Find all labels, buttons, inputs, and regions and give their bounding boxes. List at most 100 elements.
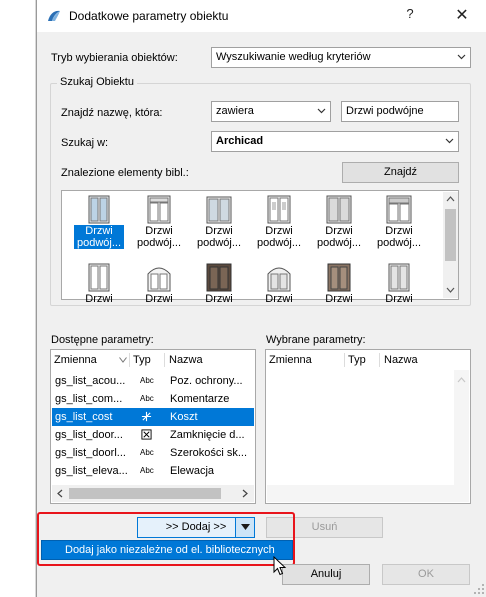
thumbnail-caption-line1: Drzwi xyxy=(145,293,173,305)
selected-vscrollbar[interactable] xyxy=(454,370,469,485)
thumbnail-caption-line1: Drzwi xyxy=(145,225,173,237)
param-description: Komentarze xyxy=(170,393,230,405)
param-description: Elewacja xyxy=(170,465,215,477)
thumbnails-scroll-thumb[interactable] xyxy=(445,209,456,261)
chevron-down-icon xyxy=(445,138,454,144)
background-app-strip xyxy=(0,0,36,597)
library-thumbnail[interactable]: Drzwi podwój... xyxy=(374,192,424,252)
search-in-dropdown[interactable]: Archicad xyxy=(211,131,459,152)
available-param-row[interactable]: gs_list_doorl... Abc Szerokości sk... xyxy=(52,444,247,462)
available-param-row[interactable]: gs_list_eleva... Abc Elewacja xyxy=(52,462,237,480)
name-search-value: Drzwi podwójne xyxy=(346,105,424,117)
thumbnail-caption: Drzwi podwój... xyxy=(314,225,364,249)
thumbnail-caption-line2: podwój... xyxy=(316,237,362,249)
thumbnail-caption-line1: Drzwi xyxy=(85,293,113,305)
col-header-name[interactable]: Nazwa xyxy=(384,354,418,366)
library-thumbnail[interactable]: Drzwi xyxy=(74,260,124,320)
library-thumbnail[interactable]: Drzwi podwój... xyxy=(134,192,184,252)
close-button[interactable]: ✕ xyxy=(451,5,473,27)
name-condition-value: zawiera xyxy=(216,105,254,117)
selected-params-list[interactable]: Zmienna Typ Nazwa xyxy=(265,349,471,504)
col-header-type[interactable]: Typ xyxy=(348,354,366,366)
door-thumbnail-icon xyxy=(326,195,352,224)
cancel-button[interactable]: Anuluj xyxy=(282,564,370,585)
scroll-right-icon[interactable] xyxy=(242,489,249,498)
col-header-variable[interactable]: Zmienna xyxy=(54,354,97,366)
column-divider xyxy=(344,353,345,367)
mouse-cursor-icon xyxy=(273,556,287,576)
param-variable: gs_list_acou... xyxy=(55,375,126,387)
thumbnail-caption-line1: Drzwi xyxy=(385,293,413,305)
available-param-row[interactable]: gs_list_cost Koszt xyxy=(52,408,254,426)
available-hscroll-thumb[interactable] xyxy=(69,488,221,499)
library-thumbnail[interactable]: Drzwi podwój... xyxy=(74,192,124,252)
cost-type-icon xyxy=(141,411,152,422)
archicad-app-icon xyxy=(48,10,60,21)
library-thumbnail[interactable]: Drzwi xyxy=(374,260,424,320)
thumbnail-caption-line1: Drzwi xyxy=(265,225,293,237)
name-condition-dropdown[interactable]: zawiera xyxy=(211,101,331,122)
selected-hscrollbar[interactable] xyxy=(267,485,469,502)
thumbnail-caption: Drzwi xyxy=(314,293,364,305)
thumbnail-caption: Drzwi podwój... xyxy=(194,225,244,249)
name-search-input[interactable]: Drzwi podwójne xyxy=(341,101,459,122)
dialog: Dodatkowe parametry obiektu ? ✕ Tryb wyb… xyxy=(36,0,486,597)
library-thumbnail[interactable]: Drzwi podwój... xyxy=(254,192,304,252)
library-thumbnail[interactable]: Drzwi xyxy=(314,260,364,320)
door-thumbnail-icon xyxy=(388,263,410,292)
add-independent-menu-item[interactable]: Dodaj jako niezależne od el. biblioteczn… xyxy=(41,540,293,560)
thumbnail-caption-line1: Drzwi xyxy=(325,293,353,305)
available-hscrollbar[interactable] xyxy=(52,485,254,502)
thumbnails-scrollbar[interactable] xyxy=(443,192,458,298)
param-description: Koszt xyxy=(170,411,198,423)
library-thumbnails-panel[interactable]: Drzwi podwój... Drzwi podwój... Drzwi podwój.… xyxy=(61,190,459,305)
help-button[interactable]: ? xyxy=(401,6,419,26)
available-param-row[interactable]: gs_list_door... Zamknięcie d... xyxy=(52,426,245,444)
library-thumbnail[interactable]: Drzwi xyxy=(134,260,184,320)
door-thumbnail-icon xyxy=(267,195,291,224)
door-thumbnail-icon xyxy=(267,267,291,292)
search-mode-label: Tryb wybierania obiektów: xyxy=(51,52,178,64)
search-mode-dropdown[interactable]: Wyszukiwanie według kryteriów xyxy=(211,47,471,68)
resize-grip-icon[interactable] xyxy=(474,584,485,595)
library-thumbnail[interactable]: Drzwi xyxy=(194,260,244,320)
column-divider xyxy=(164,353,165,367)
param-description: Poz. ochrony... xyxy=(170,375,243,387)
col-header-type[interactable]: Typ xyxy=(133,354,151,366)
param-description: Szerokości sk... xyxy=(170,447,248,459)
thumbnail-caption-line2: podwój... xyxy=(136,237,182,249)
param-variable: gs_list_com... xyxy=(55,393,123,405)
scroll-down-icon[interactable] xyxy=(446,287,455,294)
thumbnail-caption-line2: podwój... xyxy=(76,237,122,249)
available-params-list[interactable]: Zmienna Typ Nazwa gs_list_acou... Abc Poz.… xyxy=(50,349,256,504)
door-thumbnail-icon xyxy=(206,263,232,292)
selected-params-label: Wybrane parametry: xyxy=(266,334,366,346)
col-header-name[interactable]: Nazwa xyxy=(169,354,203,366)
library-thumbnail[interactable]: Drzwi xyxy=(254,260,304,320)
text-type-icon: Abc xyxy=(140,448,154,457)
checkbox-type-icon xyxy=(141,429,152,440)
library-thumbnail[interactable]: Drzwi podwój... xyxy=(314,192,364,252)
window-title: Dodatkowe parametry obiektu xyxy=(69,9,229,23)
door-thumbnail-icon xyxy=(206,196,232,224)
scroll-up-icon[interactable] xyxy=(457,376,466,383)
thumbnail-caption-line1: Drzwi xyxy=(385,225,413,237)
thumbnail-caption: Drzwi xyxy=(194,293,244,305)
search-in-value: Archicad xyxy=(216,135,264,147)
door-thumbnail-icon xyxy=(88,195,110,224)
scroll-left-icon[interactable] xyxy=(56,489,63,498)
thumbnail-caption: Drzwi podwój... xyxy=(134,225,184,249)
available-param-row[interactable]: gs_list_acou... Abc Poz. ochrony... xyxy=(52,372,243,390)
available-param-row[interactable]: gs_list_com... Abc Komentarze xyxy=(52,390,237,408)
library-thumbnail[interactable]: Drzwi podwój... xyxy=(194,192,244,252)
thumbnail-caption-line1: Drzwi xyxy=(325,225,353,237)
col-header-variable[interactable]: Zmienna xyxy=(269,354,312,366)
find-button[interactable]: Znajdź xyxy=(342,162,459,183)
add-independent-label: Dodaj jako niezależne od el. biblioteczn… xyxy=(65,544,275,556)
ok-button[interactable]: OK xyxy=(382,564,470,585)
column-divider xyxy=(379,353,380,367)
thumbnail-caption: Drzwi xyxy=(134,293,184,305)
chevron-down-icon xyxy=(457,54,466,60)
scroll-up-icon[interactable] xyxy=(446,195,455,202)
door-thumbnail-icon xyxy=(386,195,412,224)
